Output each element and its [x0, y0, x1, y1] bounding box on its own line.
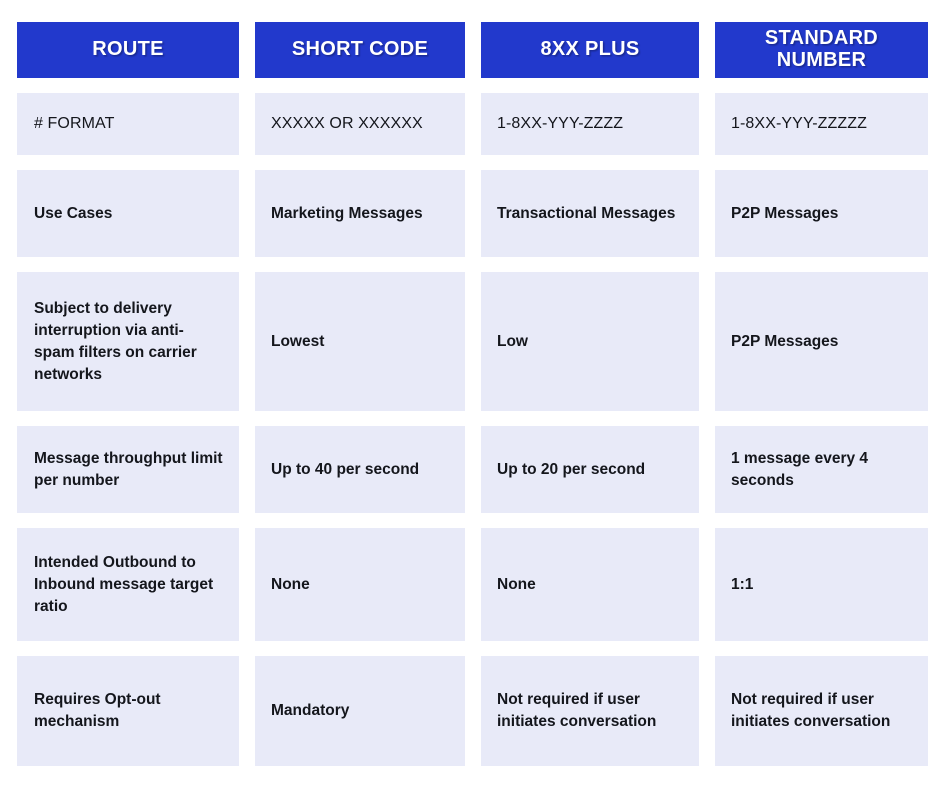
row-throughput-limit-label-cell: Message throughput limit per number: [17, 426, 239, 513]
row-number-format-standard-number-value: 1-8XX-YYY-ZZZZZ: [731, 114, 868, 132]
row-throughput-limit-label: Message throughput limit per number: [34, 449, 223, 489]
row-opt-out-label-cell: Requires Opt-out mechanism: [17, 656, 239, 766]
row-use-cases-label-cell: Use Cases: [17, 170, 239, 257]
row-opt-out-short-code-value: Mandatory: [271, 702, 350, 719]
table-row: Requires Opt-out mechanism Mandatory Not…: [17, 656, 928, 766]
row-outbound-inbound-ratio-short-code-cell: None: [255, 528, 465, 641]
row-opt-out-standard-number-value: Not required if user initiates conversat…: [731, 691, 891, 730]
column-header-route-label: ROUTE: [92, 38, 164, 61]
row-number-format-label: # FORMAT: [34, 114, 115, 132]
table-row: Intended Outbound to Inbound message tar…: [17, 528, 928, 641]
row-delivery-interruption-short-code-cell: Lowest: [255, 272, 465, 411]
row-use-cases-8xx-plus-value: Transactional Messages: [497, 204, 676, 222]
row-opt-out-short-code-cell: Mandatory: [255, 656, 465, 766]
row-outbound-inbound-ratio-standard-number-cell: 1:1: [715, 528, 928, 641]
row-throughput-limit-standard-number-cell: 1 message every 4 seconds: [715, 426, 928, 513]
row-use-cases-standard-number-cell: P2P Messages: [715, 170, 928, 257]
row-outbound-inbound-ratio-label: Intended Outbound to Inbound message tar…: [34, 553, 214, 615]
row-use-cases-short-code-cell: Marketing Messages: [255, 170, 465, 257]
row-delivery-interruption-short-code-value: Lowest: [271, 332, 325, 350]
column-header-short-code: SHORT CODE: [255, 22, 465, 78]
column-header-standard-number: STANDARD NUMBER: [715, 22, 928, 78]
row-outbound-inbound-ratio-8xx-plus-value: None: [497, 575, 536, 593]
column-header-standard-number-label: STANDARD NUMBER: [764, 27, 879, 71]
row-number-format-8xx-plus-value: 1-8XX-YYY-ZZZZ: [497, 114, 624, 132]
row-outbound-inbound-ratio-short-code-value: None: [271, 575, 310, 593]
row-delivery-interruption-8xx-plus-cell: Low: [481, 272, 699, 411]
row-opt-out-label: Requires Opt-out mechanism: [34, 691, 161, 730]
row-delivery-interruption-label-cell: Subject to delivery interruption via ant…: [17, 272, 239, 411]
row-use-cases-short-code-value: Marketing Messages: [271, 204, 423, 222]
row-number-format-standard-number-cell: 1-8XX-YYY-ZZZZZ: [715, 93, 928, 155]
column-header-8xx-plus: 8XX PLUS: [481, 22, 699, 78]
row-use-cases-standard-number-value: P2P Messages: [731, 204, 839, 222]
row-opt-out-8xx-plus-cell: Not required if user initiates conversat…: [481, 656, 699, 766]
column-header-8xx-plus-label: 8XX PLUS: [540, 38, 640, 61]
row-throughput-limit-8xx-plus-value: Up to 20 per second: [497, 460, 646, 478]
table-row: Message throughput limit per number Up t…: [17, 426, 928, 513]
row-delivery-interruption-standard-number-value: P2P Messages: [731, 332, 839, 350]
row-number-format-8xx-plus-cell: 1-8XX-YYY-ZZZZ: [481, 93, 699, 155]
row-outbound-inbound-ratio-8xx-plus-cell: None: [481, 528, 699, 641]
sms-route-comparison-table: ROUTE SHORT CODE 8XX PLUS STANDARD NUMBE…: [0, 0, 940, 788]
table-row: Use Cases Marketing Messages Transaction…: [17, 170, 928, 257]
row-use-cases-8xx-plus-cell: Transactional Messages: [481, 170, 699, 257]
table-header-row: ROUTE SHORT CODE 8XX PLUS STANDARD NUMBE…: [17, 22, 928, 78]
row-delivery-interruption-8xx-plus-value: Low: [497, 332, 528, 350]
table-row: # FORMAT XXXXX OR XXXXXX 1-8XX-YYY-ZZZZ …: [17, 93, 928, 155]
row-number-format-short-code-value: XXXXX OR XXXXXX: [271, 114, 423, 132]
column-header-short-code-label: SHORT CODE: [291, 38, 429, 61]
table-row: Subject to delivery interruption via ant…: [17, 272, 928, 411]
row-throughput-limit-8xx-plus-cell: Up to 20 per second: [481, 426, 699, 513]
row-throughput-limit-standard-number-value: 1 message every 4 seconds: [731, 449, 869, 489]
row-delivery-interruption-standard-number-cell: P2P Messages: [715, 272, 928, 411]
row-throughput-limit-short-code-cell: Up to 40 per second: [255, 426, 465, 513]
row-delivery-interruption-label: Subject to delivery interruption via ant…: [34, 299, 197, 383]
column-header-route: ROUTE: [17, 22, 239, 78]
row-outbound-inbound-ratio-label-cell: Intended Outbound to Inbound message tar…: [17, 528, 239, 641]
row-number-format-short-code-cell: XXXXX OR XXXXXX: [255, 93, 465, 155]
row-number-format-label-cell: # FORMAT: [17, 93, 239, 155]
row-throughput-limit-short-code-value: Up to 40 per second: [271, 460, 420, 478]
row-outbound-inbound-ratio-standard-number-value: 1:1: [731, 575, 754, 593]
row-use-cases-label: Use Cases: [34, 204, 113, 222]
row-opt-out-8xx-plus-value: Not required if user initiates conversat…: [497, 691, 657, 730]
row-opt-out-standard-number-cell: Not required if user initiates conversat…: [715, 656, 928, 766]
